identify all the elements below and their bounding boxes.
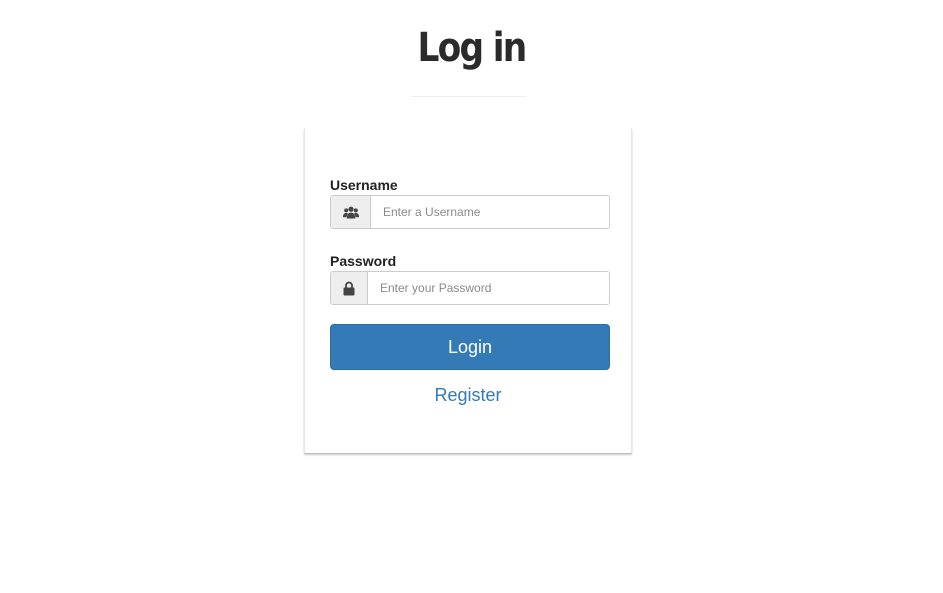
password-input-group: [330, 271, 610, 305]
login-page: Log in Username Password: [0, 0, 943, 593]
password-input[interactable]: [368, 272, 609, 304]
login-button[interactable]: Login: [330, 324, 610, 370]
username-label: Username: [330, 177, 398, 193]
register-link[interactable]: Register: [305, 384, 631, 406]
login-card: Username Password: [304, 128, 632, 453]
username-input-group: [330, 195, 610, 229]
username-input[interactable]: [371, 196, 609, 228]
users-icon: [331, 196, 371, 228]
password-label: Password: [330, 253, 397, 269]
title-divider: [411, 96, 526, 97]
lock-icon: [331, 272, 368, 304]
page-title: Log in: [417, 25, 527, 71]
